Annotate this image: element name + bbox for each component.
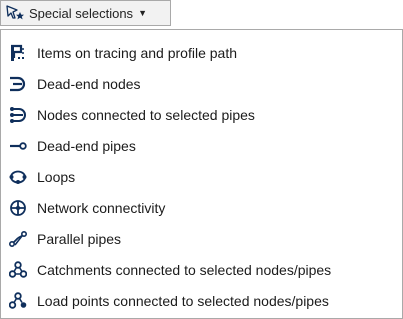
menu-item-catchments[interactable]: Catchments connected to selected nodes/p… (1, 256, 402, 284)
dead-end-pipe-icon (9, 137, 27, 155)
menu-item-label: Network connectivity (37, 200, 166, 216)
menu-item-tracing-path[interactable]: Items on tracing and profile path (1, 39, 402, 67)
parallel-pipes-icon (9, 230, 27, 248)
dead-end-node-icon (9, 75, 27, 93)
special-selections-menu: Items on tracing and profile path Dead-e… (0, 29, 403, 319)
menu-item-dead-end-pipes[interactable]: Dead-end pipes (1, 132, 402, 160)
menu-item-dead-end-nodes[interactable]: Dead-end nodes (1, 70, 402, 98)
menu-item-label: Dead-end nodes (37, 76, 141, 92)
menu-item-label: Nodes connected to selected pipes (37, 107, 255, 123)
special-selections-label: Special selections (29, 5, 134, 21)
menu-item-connected-nodes[interactable]: Nodes connected to selected pipes (1, 101, 402, 129)
menu-item-loops[interactable]: Loops (1, 163, 402, 191)
menu-item-network-connectivity[interactable]: Network connectivity (1, 194, 402, 222)
menu-item-label: Load points connected to selected nodes/… (37, 293, 329, 309)
menu-item-parallel-pipes[interactable]: Parallel pipes (1, 225, 402, 253)
special-selections-button[interactable]: Special selections ▼ (0, 0, 171, 26)
menu-item-label: Loops (37, 169, 76, 185)
menu-item-label: Items on tracing and profile path (37, 45, 238, 61)
chevron-down-icon: ▼ (138, 8, 147, 18)
tracing-path-icon (9, 44, 27, 62)
connected-nodes-icon (9, 106, 27, 124)
load-points-icon (9, 292, 27, 310)
network-connectivity-icon (9, 199, 27, 217)
menu-item-label: Dead-end pipes (37, 138, 136, 154)
catchments-icon (9, 261, 27, 279)
menu-item-label: Catchments connected to selected nodes/p… (37, 262, 332, 278)
select-star-icon (5, 4, 27, 22)
loop-icon (9, 168, 27, 186)
menu-item-load-points[interactable]: Load points connected to selected nodes/… (1, 287, 402, 315)
menu-item-label: Parallel pipes (37, 231, 122, 247)
